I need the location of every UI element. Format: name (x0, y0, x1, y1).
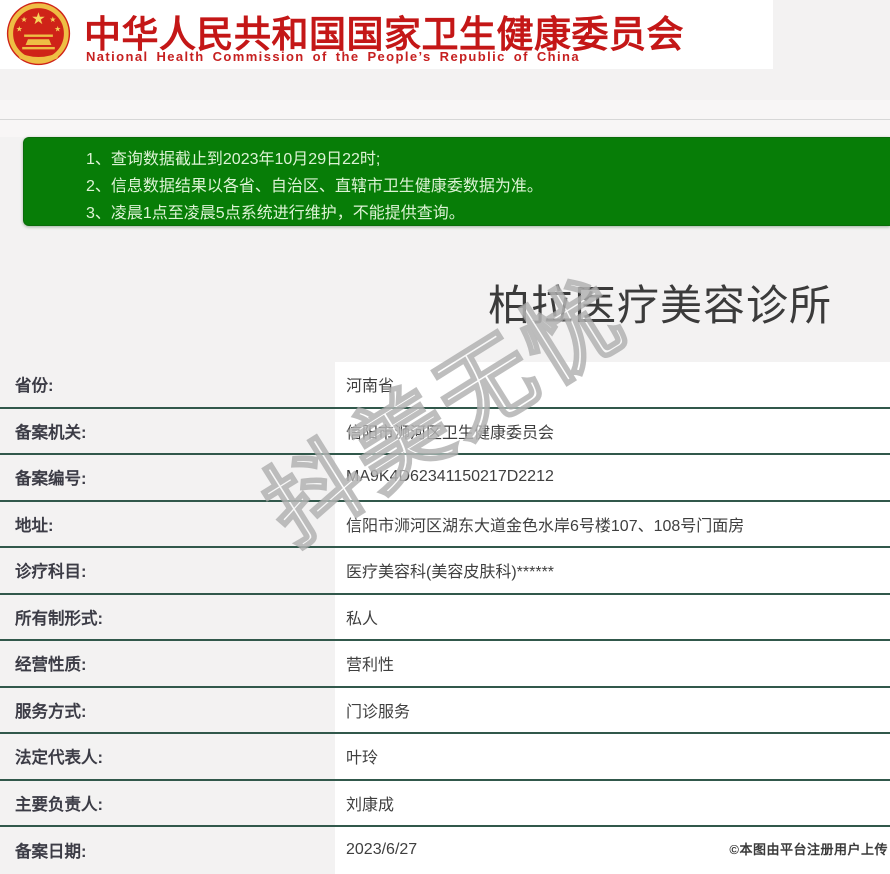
row-value: 营利性 (335, 641, 890, 686)
row-label: 经营性质: (15, 656, 87, 675)
query-notice-box: 1、查询数据截止到2023年10月29日22时; 2、信息数据结果以各省、自治区… (23, 137, 890, 226)
row-label: 服务方式: (15, 702, 87, 721)
svg-text:★: ★ (54, 25, 61, 34)
table-row-filing-number: 备案编号: MA9K4D62341150217D2212 (0, 455, 890, 502)
table-row-ownership-form: 所有制形式: 私人 (0, 594, 890, 641)
row-value: 河南省 (335, 362, 890, 407)
svg-text:★: ★ (31, 10, 46, 28)
notice-line-1: 1、查询数据截止到2023年10月29日22时; (86, 151, 381, 168)
row-label: 地址: (15, 516, 54, 535)
table-row-address: 地址: 信阳市浉河区湖东大道金色水岸6号楼107、108号门面房 (0, 501, 890, 548)
table-row-business-nature: 经营性质: 营利性 (0, 641, 890, 688)
registration-info-table: 省份: 河南省 备案机关: 信阳市浉河区卫生健康委员会 备案编号: MA9K4D… (0, 362, 890, 874)
row-value: 信阳市浉河区湖东大道金色水岸6号楼107、108号门面房 (335, 501, 890, 546)
notice-line-2: 2、信息数据结果以各省、自治区、直辖市卫生健康委数据为准。 (86, 178, 543, 195)
row-label: 备案日期: (15, 843, 87, 862)
site-header: ★ ★ ★ ★ ★ 中华人民共和国国家卫生健康委员会 National Heal… (0, 0, 773, 69)
table-row-service-mode: 服务方式: 门诊服务 (0, 687, 890, 734)
table-row-province: 省份: 河南省 (0, 362, 890, 409)
notice-line-3: 3、凌晨1点至凌晨5点系统进行维护，不能提供查询。 (86, 205, 465, 222)
row-value: 信阳市浉河区卫生健康委员会 (335, 408, 890, 453)
national-emblem-icon: ★ ★ ★ ★ ★ (4, 0, 73, 69)
row-label: 备案编号: (15, 470, 87, 489)
row-label: 省份: (15, 377, 54, 396)
clinic-name-title: 柏拉医疗美容诊所 (487, 282, 832, 329)
row-value: 私人 (335, 594, 890, 639)
svg-text:★: ★ (16, 25, 23, 34)
header-divider (0, 119, 890, 120)
row-value: 门诊服务 (335, 687, 890, 732)
table-row-filing-authority: 备案机关: 信阳市浉河区卫生健康委员会 (0, 408, 890, 455)
row-label: 诊疗科目: (15, 563, 87, 582)
table-row-principal: 主要负责人: 刘康成 (0, 780, 890, 827)
row-value: MA9K4D62341150217D2212 (335, 455, 890, 500)
row-label: 主要负责人: (15, 795, 103, 814)
row-label: 所有制形式: (15, 609, 103, 628)
svg-text:★: ★ (21, 15, 28, 24)
row-label: 法定代表人: (15, 749, 103, 768)
svg-text:★: ★ (49, 15, 56, 24)
row-label: 备案机关: (15, 423, 87, 442)
row-value: 医疗美容科(美容皮肤科)****** (335, 548, 890, 593)
row-value: 刘康成 (335, 780, 890, 825)
table-row-legal-representative: 法定代表人: 叶玲 (0, 734, 890, 781)
site-title-english: National Health Commission of the People… (86, 49, 580, 64)
upload-attribution-caption: ©本图由平台注册用户上传 (729, 842, 888, 857)
table-row-treatment-subjects: 诊疗科目: 医疗美容科(美容皮肤科)****** (0, 548, 890, 595)
row-value: 叶玲 (335, 734, 890, 779)
